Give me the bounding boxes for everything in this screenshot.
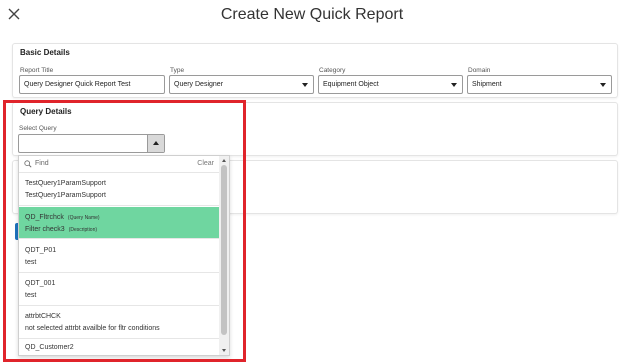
category-select-value: Equipment Object: [323, 81, 379, 88]
chevron-down-icon: [302, 83, 308, 87]
chevron-down-icon: [451, 83, 457, 87]
page-title: Create New Quick Report: [220, 6, 404, 23]
type-select-value: Query Designer: [174, 81, 224, 88]
category-label: Category: [319, 67, 346, 74]
domain-select[interactable]: Shipment: [467, 75, 612, 94]
domain-label: Domain: [468, 67, 491, 74]
report-title-label: Report Title: [20, 67, 54, 74]
category-select[interactable]: Equipment Object: [318, 75, 463, 94]
chevron-down-icon: [600, 83, 606, 87]
domain-select-value: Shipment: [472, 81, 502, 88]
report-title-input[interactable]: Query Designer Quick Report Test: [19, 75, 165, 94]
highlight-box: [3, 100, 246, 362]
basic-details-card: Basic Details Report Title Query Designe…: [12, 43, 618, 98]
type-label: Type: [170, 67, 185, 74]
basic-details-title: Basic Details: [20, 48, 70, 57]
type-select[interactable]: Query Designer: [169, 75, 314, 94]
